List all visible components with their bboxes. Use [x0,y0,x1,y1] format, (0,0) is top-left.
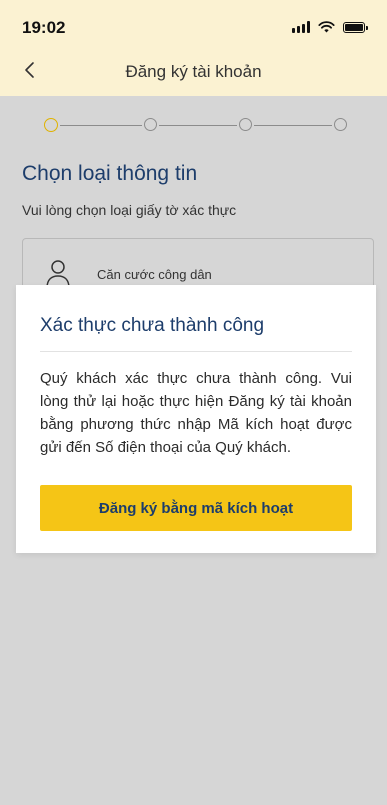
page-title: Đăng ký tài khoản [125,62,262,81]
step-connector [254,125,332,126]
status-time: 19:02 [22,18,66,37]
top-bar: 19:02 Đăng ký tài khoản [0,0,387,96]
status-bar: 19:02 [0,0,387,48]
step-1-indicator [44,117,58,132]
step-2-indicator [144,118,157,131]
signal-icon [292,21,310,33]
dialog-message: Quý khách xác thực chưa thành công. Vui … [40,370,352,456]
dialog-title: Xác thực chưa thành công [40,315,265,336]
battery-icon [343,21,368,33]
progress-stepper [44,117,354,134]
step-3-indicator [239,118,252,131]
section-subtitle: Vui lòng chọn loại giấy tờ xác thực [22,202,237,218]
option-label: Căn cước công dân [97,267,212,282]
register-with-activation-code-button[interactable]: Đăng ký bằng mã kích hoạt [40,485,352,531]
wifi-icon [318,21,335,33]
section-title: Chọn loại thông tin [22,162,198,185]
step-4-indicator [334,118,347,131]
dialog-divider [40,351,352,352]
nav-bar: Đăng ký tài khoản [0,48,387,96]
step-connector [60,125,142,126]
error-dialog: Xác thực chưa thành công Quý khách xác t… [16,285,376,553]
step-connector [159,125,237,126]
status-icons [292,21,368,33]
